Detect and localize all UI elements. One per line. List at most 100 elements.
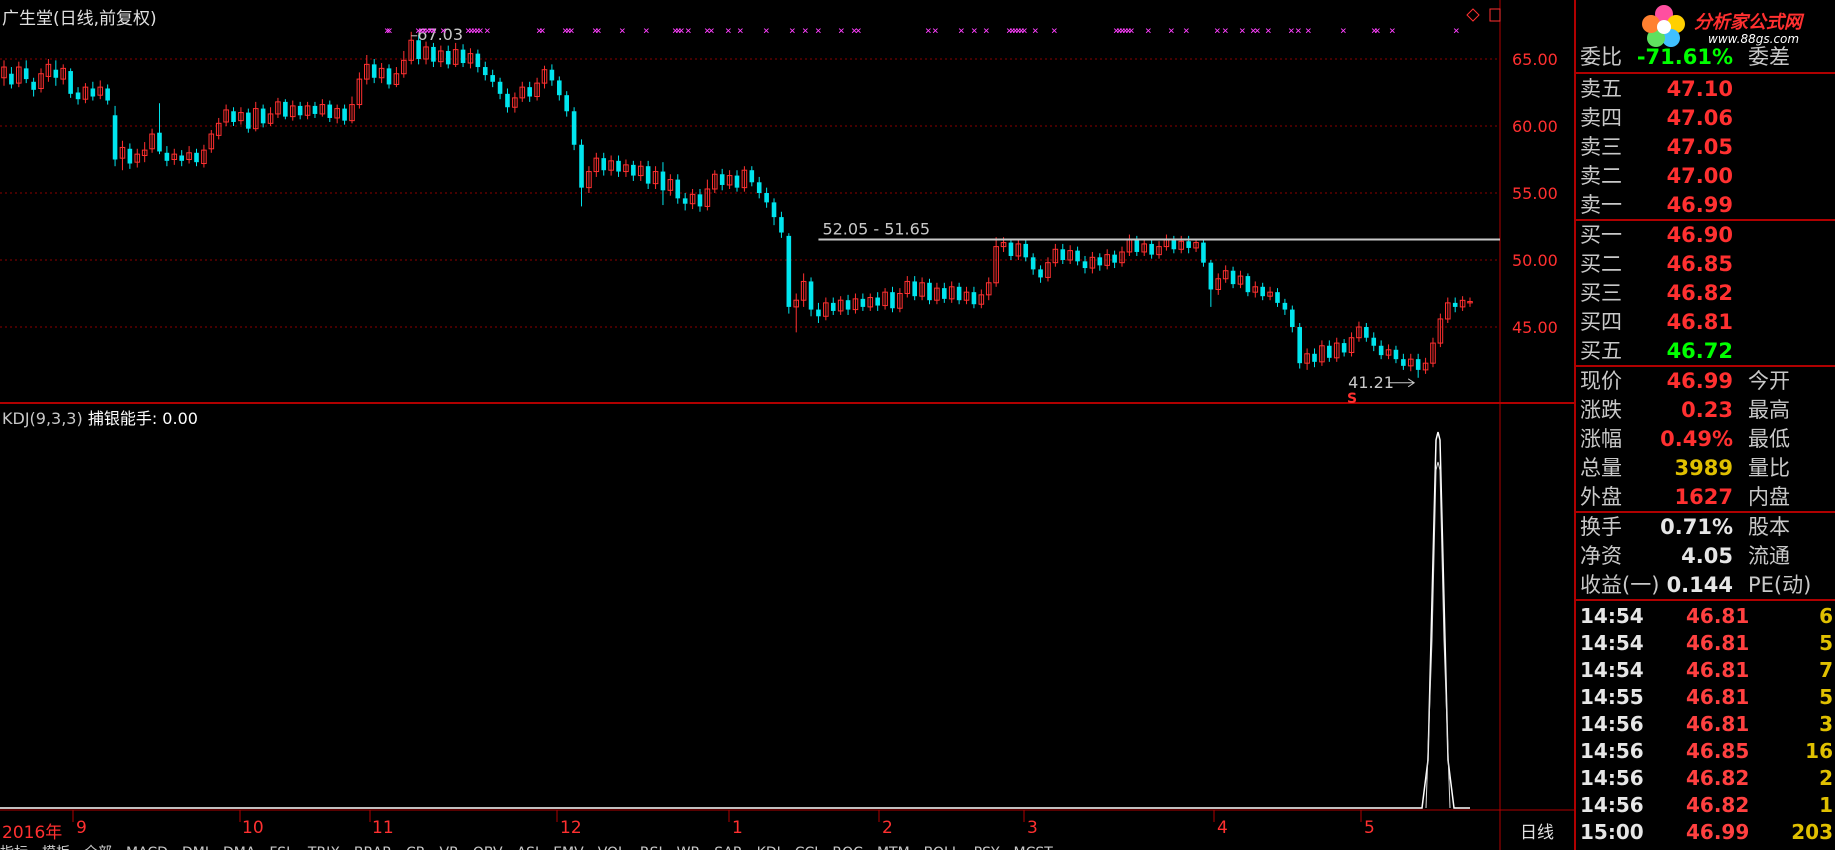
tab-fsl[interactable]: FSL: [269, 845, 294, 850]
sell5-label: 卖五: [1580, 77, 1622, 101]
candle-body-down: [53, 69, 59, 78]
flower-logo-icon: [1642, 5, 1685, 47]
signal-x-marker: ×: [440, 24, 447, 37]
buy3-row[interactable]: 买三 46.82: [1576, 279, 1835, 307]
sell4-row[interactable]: 卖四 47.06: [1576, 104, 1835, 132]
tab-cci[interactable]: CCI: [795, 845, 819, 850]
tick-time: 14:56: [1580, 793, 1644, 817]
buy1-row[interactable]: 买一 46.90: [1576, 221, 1835, 249]
tab-cr[interactable]: CR: [406, 845, 426, 850]
sell2-row[interactable]: 卖二 47.00: [1576, 162, 1835, 190]
tab-dma[interactable]: DMA: [223, 845, 255, 850]
indicator-tab-bar[interactable]: 指标 模板 全部 MACD DMI DMA FSL TRIX BRAR CR VR OBV ASI EMV…: [0, 842, 1576, 850]
candle-body-down: [490, 75, 495, 82]
buy2-row[interactable]: 买二 46.85: [1576, 250, 1835, 278]
tab-asi[interactable]: ASI: [517, 845, 540, 850]
candle-body-down: [1149, 243, 1154, 255]
tab-mtm[interactable]: MTM: [877, 845, 910, 850]
candle-body-down: [1008, 242, 1014, 256]
tab-rsi[interactable]: RSI: [640, 845, 663, 850]
candle-body-down: [971, 292, 977, 305]
candle-body-down: [1393, 349, 1399, 360]
sell-signal-marker: S: [1347, 391, 1357, 407]
tab-全部[interactable]: 全部: [84, 845, 112, 850]
candle-body-down: [431, 46, 436, 62]
signal-x-marker: ×: [643, 24, 650, 37]
signal-x-marker: ×: [725, 24, 732, 37]
tab-brar[interactable]: BRAR: [354, 845, 392, 850]
candle-body-down: [164, 152, 170, 161]
candle-body-down: [1060, 249, 1066, 260]
candle-body-down: [1282, 302, 1288, 310]
tab-wr[interactable]: WR: [677, 845, 701, 850]
candle-body-down: [1415, 359, 1421, 370]
period-button[interactable]: 日线: [1520, 818, 1554, 843]
sell1-row[interactable]: 卖一 46.99: [1576, 191, 1835, 219]
candle-body-down: [845, 300, 851, 310]
stat-value: 46.99: [1666, 369, 1733, 393]
tab-trix[interactable]: TRIX: [308, 845, 340, 850]
tab-dmi[interactable]: DMI: [182, 845, 209, 850]
buy4-row[interactable]: 买四 46.81: [1576, 308, 1835, 336]
sell3-row[interactable]: 卖三 47.05: [1576, 133, 1835, 161]
tick-volume: 5: [1819, 685, 1833, 709]
signal-x-marker: ×: [1305, 24, 1312, 37]
date-tick-11: 11: [372, 818, 394, 838]
candle-body-down: [830, 302, 836, 311]
tab-emv[interactable]: EMV: [553, 845, 584, 850]
tick-price: 46.99: [1686, 820, 1750, 844]
tab-boll[interactable]: BOLL: [924, 845, 960, 850]
buy2-label: 买二: [1580, 252, 1622, 276]
candle-body-down: [1260, 286, 1265, 297]
tab-模板[interactable]: 模板: [42, 845, 70, 850]
stat-value: 0.49%: [1660, 427, 1733, 451]
date-tick-1: 1: [732, 818, 743, 838]
kline-chart[interactable]: 67.0352.05 - 51.6541.21S×× ×××××× × ××××× × ×…: [0, 0, 1576, 850]
sell5-row[interactable]: 卖五 47.10: [1576, 75, 1835, 103]
kdj-label: KDJ(9,3,3) 捕银能手: 0.00: [2, 405, 198, 429]
candle-body-down: [734, 175, 740, 188]
restore-icon: [1489, 8, 1501, 22]
sell3-price: 47.05: [1666, 135, 1733, 159]
signal-x-marker: ×: [983, 24, 990, 37]
tab-macd[interactable]: MACD: [126, 845, 168, 850]
signal-x-marker: ×: [484, 24, 491, 37]
tab-vol[interactable]: VOL: [598, 845, 626, 850]
signal-x-marker: ×: [932, 24, 939, 37]
stat-label2: 流通: [1748, 544, 1790, 568]
signal-x-marker: ×: [1021, 24, 1028, 37]
sell2-label: 卖二: [1580, 164, 1622, 188]
candle-body-down: [786, 235, 792, 307]
candle-body-down: [1075, 250, 1080, 262]
tick-time: 14:56: [1580, 739, 1644, 763]
tab-roc[interactable]: ROC: [832, 845, 863, 850]
tab-mcst[interactable]: MCST: [1014, 845, 1053, 850]
candle-body-down: [579, 144, 584, 188]
stat-label: 净资: [1580, 544, 1622, 568]
stat-row-turnover: 换手 0.71% 股本: [1576, 513, 1835, 541]
candle-body-down: [890, 292, 895, 309]
tab-vr[interactable]: VR: [440, 845, 459, 850]
signal-x-marker: ×: [1374, 24, 1381, 37]
buy5-row[interactable]: 买五 46.72: [1576, 337, 1835, 365]
tab-obv[interactable]: OBV: [473, 845, 503, 850]
tick-row: 14:56 46.82 1: [1576, 792, 1835, 819]
tick-price: 46.81: [1686, 658, 1750, 682]
tab-sar[interactable]: SAR: [714, 845, 742, 850]
candle-body-down: [1364, 327, 1369, 338]
tick-time: 14:56: [1580, 766, 1644, 790]
tick-price: 46.82: [1686, 766, 1750, 790]
candle-body-down: [157, 132, 162, 152]
tab-指标[interactable]: 指标: [0, 845, 28, 850]
signal-x-marker: ×: [539, 24, 546, 37]
stat-label2: 内盘: [1748, 485, 1790, 509]
candle-body-down: [756, 182, 762, 193]
tab-kdj[interactable]: KDJ: [757, 845, 781, 850]
tick-row: 14:56 46.82 2: [1576, 765, 1835, 792]
buy1-price: 46.90: [1666, 223, 1733, 247]
tick-price: 46.81: [1686, 631, 1750, 655]
candle-body-down: [601, 158, 607, 171]
sell4-label: 卖四: [1580, 106, 1622, 130]
tab-psy[interactable]: PSY: [974, 845, 1000, 850]
buy5-price: 46.72: [1666, 339, 1733, 363]
